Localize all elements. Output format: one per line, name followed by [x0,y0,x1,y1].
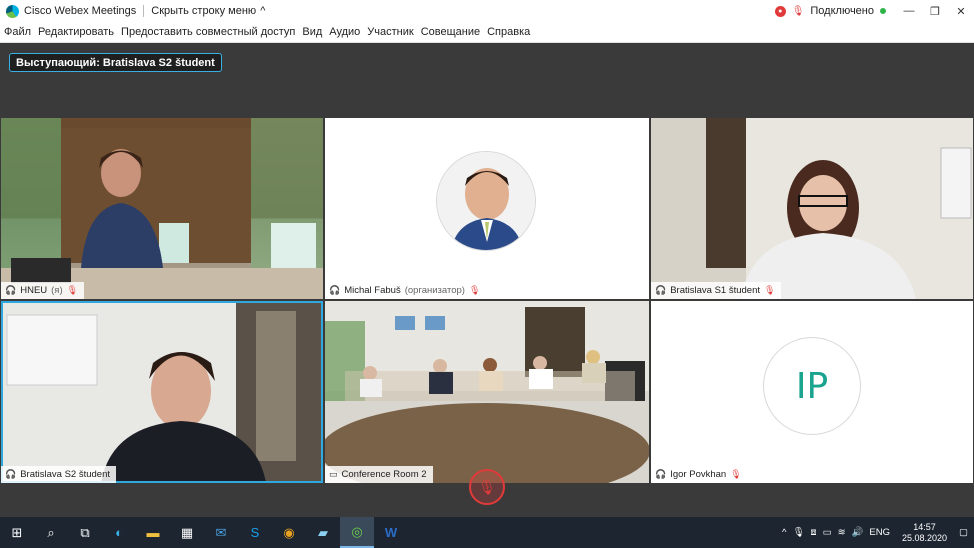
tile-label-michal-fabus: 🎧 Michal Fabuš (организатор) 🎙 [325,282,487,299]
participant-name: Bratislava S2 študent [20,469,110,480]
file-explorer-icon[interactable]: ▬ [136,517,170,548]
store-icon[interactable]: ▦ [170,517,204,548]
wifi-icon[interactable]: ≋ [838,527,846,538]
clock[interactable]: 14:57 25.08.2020 [902,522,947,544]
menu-help[interactable]: Справка [487,26,530,38]
video-tile-bratislava-s1[interactable]: 🎧 Bratislava S1 študent 🎙 [651,118,973,299]
connection-dot-icon [880,8,886,14]
video-tile-conference-room-2[interactable]: ▭ Conference Room 2 [325,301,649,483]
chevron-up-icon[interactable]: ^ [782,527,786,538]
headset-icon: 🎧 [5,469,17,479]
room-device-icon: ▭ [329,469,338,479]
avatar-initials: IP [795,365,829,407]
recording-icon[interactable]: ● [774,5,786,17]
video-tile-hneu[interactable]: 🎧 HNEU (я) 🎙 [1,118,323,299]
menu-audio[interactable]: Аудио [329,26,360,38]
active-speaker-banner: Выступающий: Bratislava S2 študent [9,53,222,72]
windows-start-icon[interactable]: ⊞ [0,517,34,548]
tile-label-hneu: 🎧 HNEU (я) 🎙 [1,282,85,299]
language-indicator[interactable]: ENG [869,527,890,538]
chevron-up-icon: ^ [260,5,266,17]
mute-toggle-button[interactable]: 🎙 [469,469,505,505]
clock-date: 25.08.2020 [901,532,948,543]
avatar [436,151,536,251]
search-icon[interactable]: ⌕ [34,517,68,548]
maximize-button[interactable]: ❐ [922,0,948,22]
video-feed-conference-room [325,301,649,483]
close-button[interactable]: ✕ [948,0,974,22]
camera-icon[interactable]: ⧈ [811,527,817,538]
minimize-button[interactable]: — [896,0,922,22]
notes-app-icon[interactable]: ▰ [306,517,340,548]
menu-file[interactable]: Файл [4,26,31,38]
webex-logo-icon [6,4,19,18]
hide-menu-label: Скрыть строку меню [151,5,257,17]
skype-icon[interactable]: S [238,517,272,548]
participant-name: Bratislava S1 študent [670,285,760,296]
avatar: IP [763,337,861,435]
menu-meeting[interactable]: Совещание [421,26,480,38]
hide-menu-button[interactable]: Скрыть строку меню ^ [151,5,265,17]
video-feed-hneu [1,118,323,299]
video-tile-michal-fabus[interactable]: 🎧 Michal Fabuš (организатор) 🎙 [325,118,649,299]
video-feed-bratislava-s2 [6,301,323,483]
participant-name: Igor Povkhan [670,469,727,480]
muted-mic-icon[interactable]: 🎙 [792,6,805,17]
title-separator [143,5,145,17]
participant-role: (я) [51,285,63,296]
tile-label-bratislava-s2: 🎧 Bratislava S2 študent [1,466,116,483]
microphone-icon[interactable]: 🎙 [792,527,804,538]
tile-label-bratislava-s1: 🎧 Bratislava S1 študent 🎙 [651,282,782,299]
headset-icon: 🎧 [655,469,667,479]
menu-edit[interactable]: Редактировать [38,26,114,38]
tile-label-conference-room-2: ▭ Conference Room 2 [325,466,433,483]
taskbar: ⊞ ⌕ ⧉ ◐ ▬ ▦ ✉ S ◉ ▰ ◎ W ^ 🎙 ⧈ ▭ ≋ 🔊 ENG … [0,517,974,548]
menu-participant[interactable]: Участник [367,26,413,38]
edge-browser-icon[interactable]: ◐ [102,517,136,548]
clock-time: 14:57 [913,521,936,532]
avatar-photo [437,152,535,250]
participant-name: Conference Room 2 [341,469,427,480]
participant-name: Michal Fabuš [344,285,401,296]
chrome-icon[interactable]: ◉ [272,517,306,548]
meeting-stage: Выступающий: Bratislava S2 študent 🎧 HNE… [0,43,974,517]
app-title: Cisco Webex Meetings [24,5,137,17]
volume-icon[interactable]: 🔊 [852,527,864,538]
muted-mic-icon: 🎙 [468,285,481,295]
muted-mic-icon: 🎙 [478,478,496,495]
mail-icon[interactable]: ✉ [204,517,238,548]
muted-mic-icon: 🎙 [764,285,776,295]
video-tile-bratislava-s2[interactable]: 🎧 Bratislava S2 študent [1,301,323,483]
participant-role: (организатор) [404,285,465,296]
video-feed-bratislava-s1 [651,118,972,299]
headset-icon: 🎧 [5,285,17,295]
connection-status: Подключено [810,5,874,17]
muted-mic-icon: 🎙 [730,469,742,479]
word-icon[interactable]: W [374,517,408,548]
tile-label-igor-povkhan: 🎧 Igor Povkhan 🎙 [651,466,748,483]
muted-mic-icon: 🎙 [66,285,79,295]
headset-icon: 🎧 [329,285,341,295]
notifications-icon[interactable]: ▢ [959,527,968,538]
task-view-icon[interactable]: ⧉ [68,517,102,548]
menu-view[interactable]: Вид [302,26,322,38]
webex-taskbar-icon[interactable]: ◎ [340,517,374,548]
title-bar: Cisco Webex Meetings Скрыть строку меню … [0,0,974,22]
menu-share[interactable]: Предоставить совместный доступ [121,26,295,38]
participant-name: HNEU [20,285,48,296]
system-tray: ^ 🎙 ⧈ ▭ ≋ 🔊 ENG 14:57 25.08.2020 ▢ [782,522,974,544]
video-tile-igor-povkhan[interactable]: IP 🎧 Igor Povkhan 🎙 [651,301,973,483]
menu-bar: Файл Редактировать Предоставить совместн… [0,22,974,43]
battery-icon[interactable]: ▭ [823,527,832,538]
headset-icon: 🎧 [655,285,667,295]
